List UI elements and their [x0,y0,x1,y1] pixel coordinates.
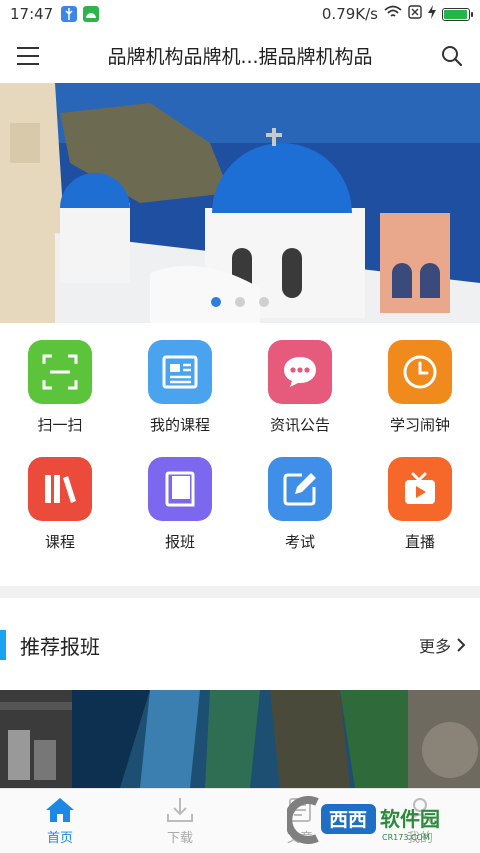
status-time: 17:47 [10,5,54,23]
android-icon [83,6,100,22]
section-accent-bar [0,630,6,660]
feature-tile [388,340,452,404]
section-divider [0,586,480,598]
feature-label: 我的课程 [149,416,210,434]
feature-label: 直播 [404,533,435,551]
chevron-right-icon [457,638,466,652]
feature-tile [268,340,332,404]
feature-tile [388,457,452,521]
feature-courses[interactable]: 课程 [0,457,120,552]
nav-label: 下载 [166,830,193,846]
battery-icon [442,7,473,21]
feature-label: 课程 [44,533,75,551]
nav-label: 首页 [46,830,73,846]
feature-tile [28,457,92,521]
feature-tile [148,340,212,404]
notebook-icon [165,471,195,507]
svg-text:西西: 西西 [329,809,367,831]
carousel-dots [0,297,480,307]
charging-icon [428,5,436,23]
feature-scan[interactable]: 扫一扫 [0,340,120,435]
feature-my-courses[interactable]: 我的课程 [120,340,240,435]
feature-study-alarm[interactable]: 学习闹钟 [360,340,480,435]
wifi-icon [384,5,402,23]
banner-image [0,83,480,323]
feature-label: 报班 [164,533,195,551]
home-icon [46,797,74,822]
books-icon [45,475,76,503]
page-title: 品牌机构品牌机...据品牌机构品 [107,46,373,68]
carousel-dot[interactable] [235,297,245,307]
hamburger-menu-icon[interactable] [0,28,56,83]
section-title: 推荐报班 [20,634,100,659]
course-card-icon [162,355,198,389]
chat-bubble-icon [284,357,316,387]
download-icon [167,797,193,822]
watermark-logo: 西西 软件园 CR173.COM [287,796,440,844]
feature-grid: 扫一扫 我的课程 资讯公告 学习闹钟 课程 报班 考试 直播 [0,340,480,552]
feature-tile [148,457,212,521]
network-speed: 0.79K/s [321,5,378,23]
feature-label: 学习闹钟 [389,416,450,434]
feature-live[interactable]: 直播 [360,457,480,552]
carousel-dot[interactable] [259,297,269,307]
sim-off-icon [408,5,422,23]
feature-tile [268,457,332,521]
svg-text:CR173.COM: CR173.COM [382,833,430,842]
more-label: 更多 [418,637,451,656]
feature-label: 资讯公告 [269,416,330,434]
tv-play-icon [405,472,435,504]
app-header: 品牌机构品牌机...据品牌机构品 [0,28,480,83]
feature-exam[interactable]: 考试 [240,457,360,552]
banner-carousel[interactable] [0,83,480,323]
clock-icon [403,355,437,389]
search-icon[interactable] [424,28,480,83]
carousel-dot[interactable] [211,297,221,307]
usb-icon [61,6,78,22]
scan-icon [42,354,78,390]
feature-tile [28,340,92,404]
recommended-carousel[interactable] [0,690,480,788]
recommended-section-header: 推荐报班 更多 [0,615,480,675]
nav-home[interactable]: 首页 [0,789,120,853]
status-bar: 17:47 0.79K/s [0,0,480,28]
feature-label: 扫一扫 [37,416,83,434]
nav-download[interactable]: 下载 [120,789,240,853]
svg-text:软件园: 软件园 [380,807,440,831]
more-link[interactable]: 更多 [419,633,466,657]
battery-fill [444,9,467,19]
feature-label: 考试 [284,533,315,551]
class-thumbnails [0,690,480,788]
edit-icon [283,473,316,506]
feature-enroll[interactable]: 报班 [120,457,240,552]
feature-news[interactable]: 资讯公告 [240,340,360,435]
